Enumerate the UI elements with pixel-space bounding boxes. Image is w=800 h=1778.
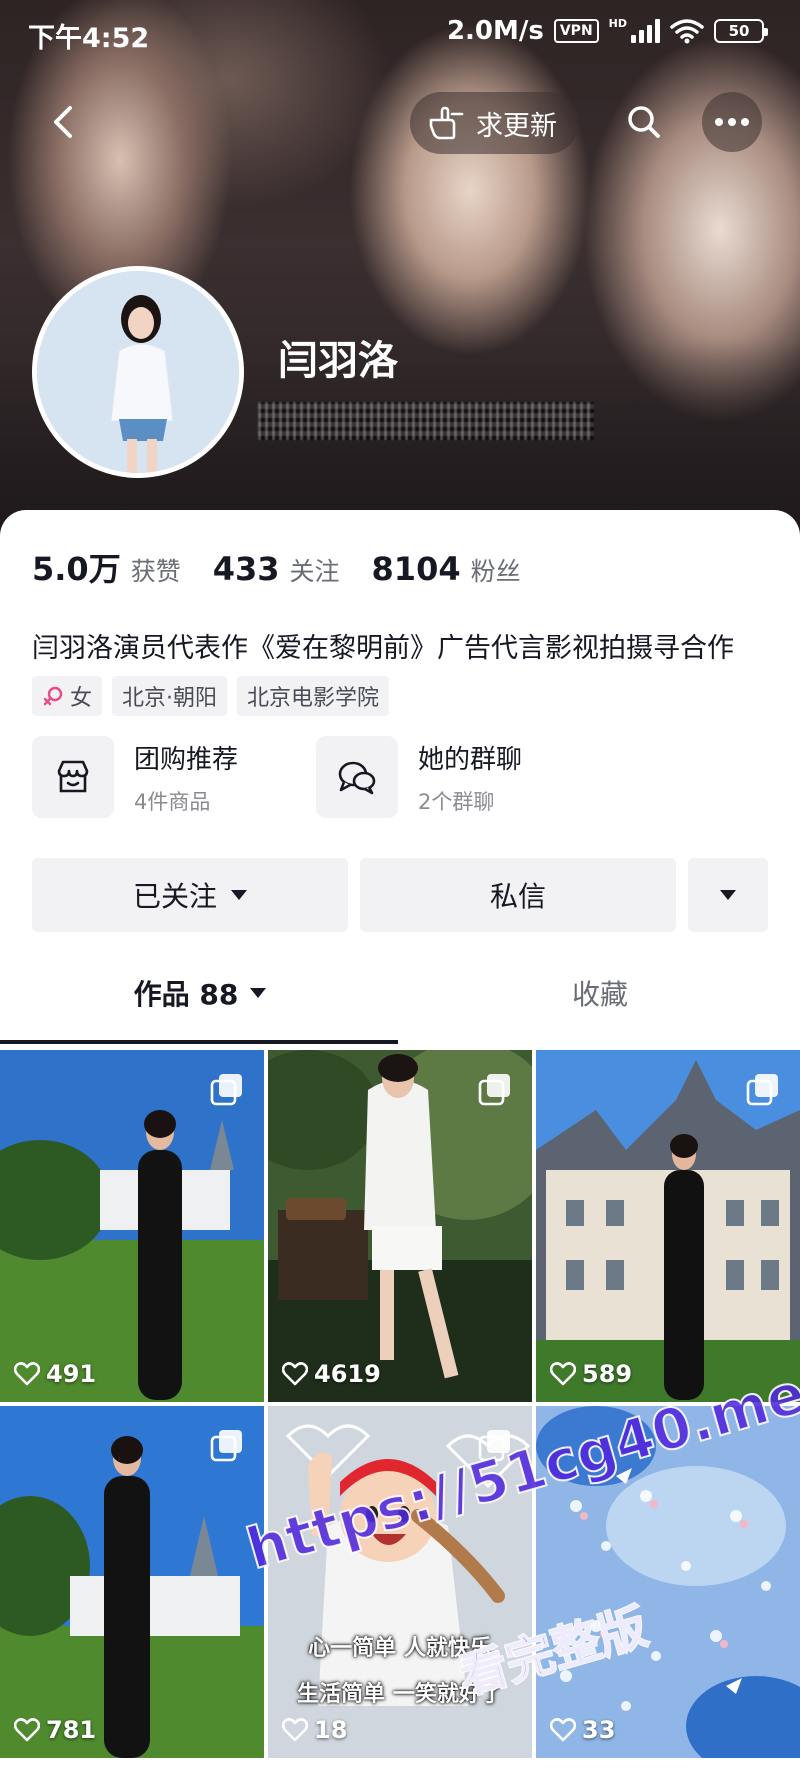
status-bar: 下午4:52 2.0M/s VPN HD 50 [0, 0, 800, 66]
multi-image-icon [746, 1074, 778, 1106]
message-label: 私信 [489, 880, 546, 913]
tab-favorites[interactable]: 收藏 [400, 950, 800, 1036]
group-chat-title: 她的群聊 [418, 744, 523, 775]
avatar-photo [37, 271, 239, 473]
profile-tags: 女 北京·朝阳 北京电影学院 [32, 676, 390, 716]
battery-icon: 50 [714, 19, 768, 43]
school-tag[interactable]: 北京电影学院 [237, 676, 390, 716]
recommend-dropdown-button[interactable] [688, 858, 768, 932]
stat-following-label: 关注 [289, 557, 340, 586]
like-count-value: 18 [314, 1716, 348, 1744]
message-button[interactable]: 私信 [360, 858, 676, 932]
tab-works[interactable]: 作品 88 [0, 950, 400, 1036]
more-dots-icon [715, 118, 749, 126]
gender-tag: 女 [32, 676, 103, 716]
profile-bio: 闫羽洛演员代表作《爱在黎明前》广告代言影视拍摄寻合作 [32, 633, 734, 664]
heart-icon [14, 1362, 40, 1386]
action-row: 已关注 私信 [32, 858, 768, 932]
signal-icon [631, 19, 660, 43]
stat-following-value: 433 [212, 550, 280, 588]
stat-followers-value: 8104 [371, 550, 461, 588]
tab-favorites-label: 收藏 [571, 978, 628, 1011]
stat-following[interactable]: 433 关注 [213, 550, 340, 588]
female-icon [43, 686, 63, 706]
back-button[interactable] [34, 92, 94, 152]
tab-active-indicator [0, 1040, 398, 1044]
content-tabs: 作品 88 收藏 [0, 950, 800, 1038]
like-count-value: 33 [582, 1716, 616, 1744]
gender-label: 女 [70, 686, 93, 711]
like-count: 4619 [282, 1360, 381, 1388]
more-options-button[interactable] [702, 92, 762, 152]
stat-followers-label: 粉丝 [470, 557, 521, 586]
like-count: 491 [14, 1360, 96, 1388]
like-count: 18 [282, 1716, 347, 1744]
caret-down-icon [720, 890, 736, 900]
chat-icon [338, 761, 376, 795]
multi-image-icon [478, 1074, 510, 1106]
like-count: 589 [550, 1360, 632, 1388]
video-thumbnail[interactable]: 491 [0, 1050, 264, 1402]
status-indicators: 2.0M/s VPN HD 50 [446, 16, 768, 46]
video-thumbnail[interactable]: 4619 [268, 1050, 532, 1402]
profile-avatar[interactable] [32, 266, 244, 478]
group-buy-subtitle: 4件商品 [134, 789, 211, 814]
vpn-badge: VPN [553, 19, 599, 43]
like-count-value: 781 [46, 1716, 97, 1744]
stat-followers[interactable]: 8104 粉丝 [372, 550, 521, 588]
heart-icon [550, 1718, 576, 1742]
feature-text: 她的群聊 2个群聊 [418, 739, 522, 816]
heart-icon [282, 1718, 308, 1742]
search-button[interactable] [614, 92, 674, 152]
heart-icon [282, 1362, 308, 1386]
video-thumbnail[interactable]: 589 [536, 1050, 800, 1402]
location-tag[interactable]: 北京·朝阳 [112, 676, 228, 716]
video-thumbnail[interactable]: 781 [0, 1406, 264, 1758]
profile-stats: 5.0万 获赞 433 关注 8104 粉丝 [32, 544, 521, 590]
stat-likes[interactable]: 5.0万 获赞 [32, 544, 181, 590]
like-count-value: 491 [46, 1360, 97, 1388]
home-indicator[interactable] [260, 1760, 540, 1768]
group-chat-subtitle: 2个群聊 [418, 789, 495, 814]
battery-level: 50 [728, 22, 750, 40]
top-nav: 求更新 [0, 82, 800, 162]
redacted-text [258, 402, 594, 440]
heart-icon [14, 1718, 40, 1742]
tab-works-label: 作品 88 [133, 978, 239, 1011]
followed-label: 已关注 [132, 880, 217, 913]
like-count: 781 [14, 1716, 96, 1744]
heart-icon [550, 1362, 576, 1386]
feature-icon-box [32, 736, 114, 818]
wifi-icon [670, 19, 704, 44]
group-buy-tile[interactable]: 团购推荐 4件商品 [32, 736, 238, 818]
search-icon [628, 106, 660, 138]
feature-icon-box [316, 736, 398, 818]
like-count-value: 4619 [314, 1360, 381, 1388]
group-chat-tile[interactable]: 她的群聊 2个群聊 [316, 736, 522, 818]
status-time: 下午4:52 [28, 23, 150, 54]
caret-down-icon [250, 988, 267, 998]
caret-down-icon [231, 890, 247, 900]
feature-text: 团购推荐 4件商品 [134, 739, 238, 816]
back-arrow-icon [54, 106, 72, 138]
request-update-label: 求更新 [476, 110, 557, 142]
network-speed: 2.0M/s [446, 16, 544, 46]
multi-image-icon [210, 1074, 242, 1106]
shop-icon [57, 760, 89, 793]
hd-label: HD [608, 16, 627, 30]
stat-likes-label: 获赞 [130, 557, 181, 586]
profile-name: 闫羽洛 [278, 338, 398, 384]
pointing-hand-icon [429, 106, 464, 140]
request-update-button[interactable]: 求更新 [410, 92, 579, 154]
stat-likes-value: 5.0万 [32, 550, 121, 588]
like-count-value: 589 [582, 1360, 633, 1388]
multi-image-icon [210, 1430, 242, 1462]
followed-button[interactable]: 已关注 [32, 858, 348, 932]
group-buy-title: 团购推荐 [134, 744, 239, 775]
like-count: 33 [550, 1716, 615, 1744]
